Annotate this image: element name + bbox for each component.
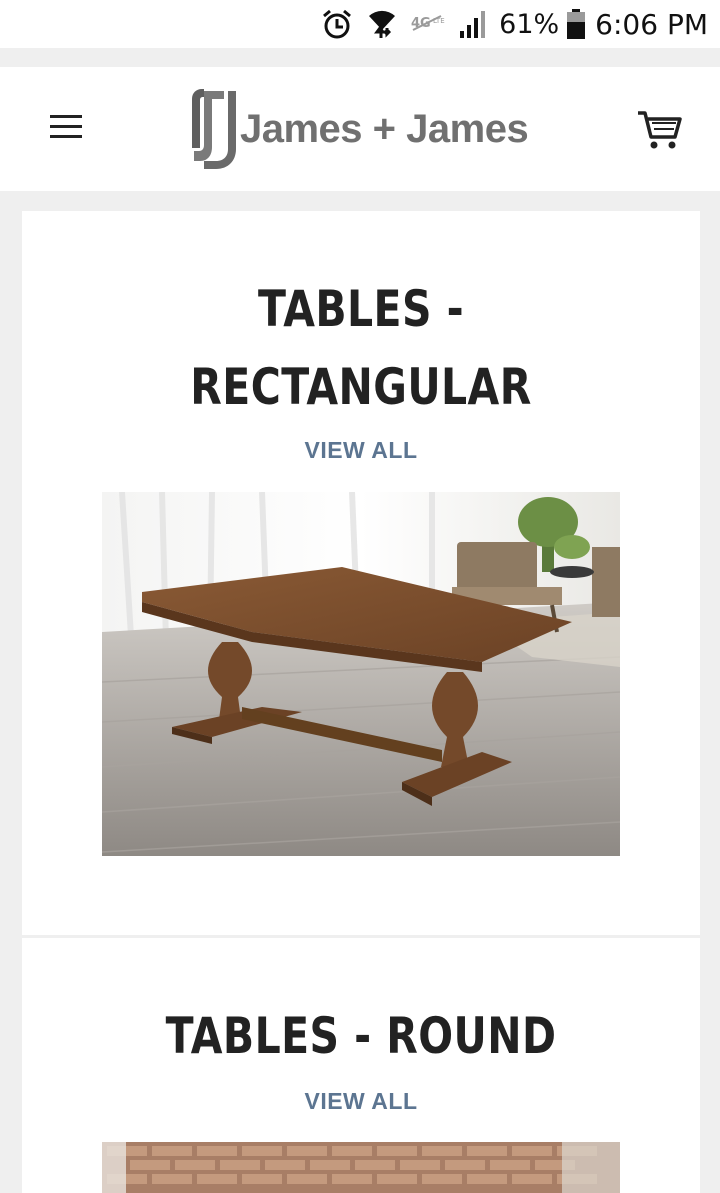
- collection-card-rectangular: TABLES - RECTANGULAR VIEW ALL: [22, 211, 700, 935]
- status-bar: 4G LTE 61% 6:06 PM: [0, 0, 720, 48]
- round-table-image[interactable]: [102, 1142, 620, 1193]
- battery-percent: 61%: [499, 8, 560, 40]
- view-all-link[interactable]: VIEW ALL: [22, 1088, 700, 1115]
- collection-title-line1: TABLES -: [258, 280, 464, 338]
- signal-icon: [459, 9, 489, 39]
- site-header: James + James: [0, 67, 720, 191]
- shopping-cart-icon[interactable]: [636, 109, 682, 151]
- logo-mark-icon: [192, 89, 236, 169]
- collection-title-line2: RECTANGULAR: [190, 358, 532, 416]
- rectangular-table-image[interactable]: [102, 492, 620, 856]
- battery-icon: [567, 9, 586, 39]
- brand-logo[interactable]: James + James: [190, 89, 529, 169]
- brand-name: James + James: [240, 106, 529, 151]
- lte-icon: 4G LTE: [411, 13, 445, 35]
- view-all-link[interactable]: VIEW ALL: [22, 437, 700, 464]
- alarm-icon: [321, 8, 353, 40]
- collection-title: TABLES - ROUND: [165, 1007, 557, 1065]
- wifi-icon: [367, 8, 397, 40]
- hamburger-menu-icon[interactable]: [50, 115, 86, 143]
- collection-card-round: TABLES - ROUND VIEW ALL: [22, 938, 700, 1193]
- clock: 6:06 PM: [595, 7, 708, 41]
